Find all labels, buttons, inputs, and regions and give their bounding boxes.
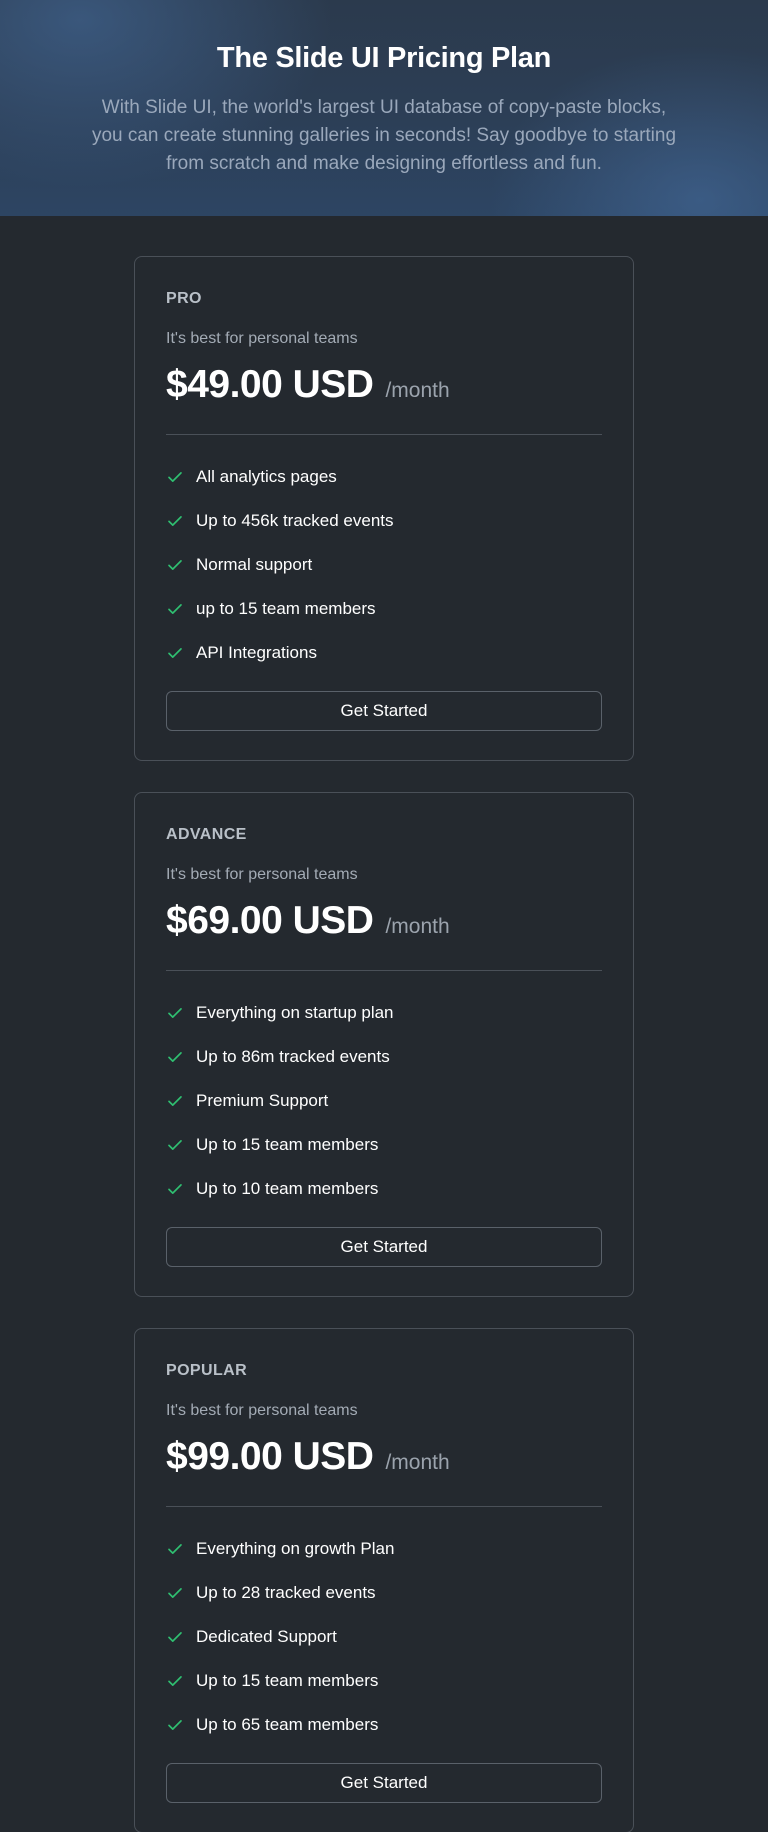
- feature-item: Up to 86m tracked events: [166, 1035, 602, 1079]
- feature-item: Up to 15 team members: [166, 1123, 602, 1167]
- pricing-card-popular: POPULAR It's best for personal teams $99…: [134, 1328, 634, 1832]
- hero-section: The Slide UI Pricing Plan With Slide UI,…: [0, 0, 768, 216]
- feature-item: API Integrations: [166, 631, 602, 675]
- plan-period: /month: [385, 915, 450, 938]
- feature-label: Up to 86m tracked events: [196, 1047, 390, 1066]
- check-icon: [168, 516, 182, 526]
- feature-label: Everything on growth Plan: [196, 1539, 395, 1558]
- feature-label: Up to 15 team members: [196, 1135, 379, 1154]
- price-row: $99.00 USD /month: [166, 1435, 602, 1489]
- check-icon: [168, 1052, 182, 1062]
- feature-item: Premium Support: [166, 1079, 602, 1123]
- check-icon: [168, 1096, 182, 1106]
- pricing-card-pro: PRO It's best for personal teams $49.00 …: [134, 256, 634, 761]
- page-title: The Slide UI Pricing Plan: [216, 42, 552, 74]
- check-icon: [168, 604, 182, 614]
- pricing-card-advance: ADVANCE It's best for personal teams $69…: [134, 792, 634, 1297]
- check-icon: [168, 1632, 182, 1642]
- feature-label: Dedicated Support: [196, 1627, 337, 1646]
- feature-list: Everything on startup plan Up to 86m tra…: [166, 991, 602, 1211]
- price-row: $69.00 USD /month: [166, 899, 602, 953]
- feature-item: Up to 28 tracked events: [166, 1571, 602, 1615]
- check-icon: [168, 1008, 182, 1018]
- divider: [166, 434, 602, 435]
- plan-period: /month: [385, 1451, 450, 1474]
- plan-price: $99.00 USD: [166, 1435, 374, 1478]
- plan-name: ADVANCE: [166, 826, 247, 843]
- price-row: $49.00 USD /month: [166, 363, 602, 417]
- check-icon: [168, 1676, 182, 1686]
- divider: [166, 1506, 602, 1507]
- feature-item: up to 15 team members: [166, 587, 602, 631]
- divider: [166, 970, 602, 971]
- feature-label: Up to 456k tracked events: [196, 511, 394, 530]
- plan-name: PRO: [166, 290, 202, 307]
- feature-item: Normal support: [166, 543, 602, 587]
- feature-item: Everything on startup plan: [166, 991, 602, 1035]
- feature-label: Normal support: [196, 555, 313, 574]
- plan-description: It's best for personal teams: [166, 1402, 358, 1419]
- feature-label: Up to 28 tracked events: [196, 1583, 376, 1602]
- get-started-button-pro[interactable]: Get Started: [166, 691, 602, 731]
- feature-label: Everything on startup plan: [196, 1003, 394, 1022]
- hero-description: With Slide UI, the world's largest UI da…: [91, 97, 677, 174]
- check-icon: [168, 472, 182, 482]
- plan-price: $49.00 USD: [166, 363, 374, 406]
- check-icon: [168, 1184, 182, 1194]
- feature-label: Up to 65 team members: [196, 1715, 379, 1734]
- feature-label: API Integrations: [196, 643, 317, 662]
- check-icon: [168, 1588, 182, 1598]
- plan-description: It's best for personal teams: [166, 866, 358, 883]
- feature-item: Dedicated Support: [166, 1615, 602, 1659]
- feature-item: Up to 456k tracked events: [166, 499, 602, 543]
- feature-label: All analytics pages: [196, 467, 337, 486]
- feature-item: All analytics pages: [166, 455, 602, 499]
- feature-label: Up to 10 team members: [196, 1179, 379, 1198]
- check-icon: [168, 560, 182, 570]
- plan-price: $69.00 USD: [166, 899, 374, 942]
- get-started-button-popular[interactable]: Get Started: [166, 1763, 602, 1803]
- get-started-button-advance[interactable]: Get Started: [166, 1227, 602, 1267]
- check-icon: [168, 648, 182, 658]
- feature-item: Up to 15 team members: [166, 1659, 602, 1703]
- plan-description: It's best for personal teams: [166, 330, 358, 347]
- pricing-cards: PRO It's best for personal teams $49.00 …: [0, 216, 768, 1832]
- feature-list: Everything on growth Plan Up to 28 track…: [166, 1527, 602, 1747]
- feature-label: up to 15 team members: [196, 599, 376, 618]
- plan-period: /month: [385, 379, 450, 402]
- check-icon: [168, 1720, 182, 1730]
- check-icon: [168, 1544, 182, 1554]
- feature-label: Premium Support: [196, 1091, 329, 1110]
- feature-item: Up to 10 team members: [166, 1167, 602, 1211]
- feature-item: Up to 65 team members: [166, 1703, 602, 1747]
- feature-list: All analytics pages Up to 456k tracked e…: [166, 455, 602, 675]
- feature-label: Up to 15 team members: [196, 1671, 379, 1690]
- plan-name: POPULAR: [166, 1362, 248, 1379]
- check-icon: [168, 1140, 182, 1150]
- feature-item: Everything on growth Plan: [166, 1527, 602, 1571]
